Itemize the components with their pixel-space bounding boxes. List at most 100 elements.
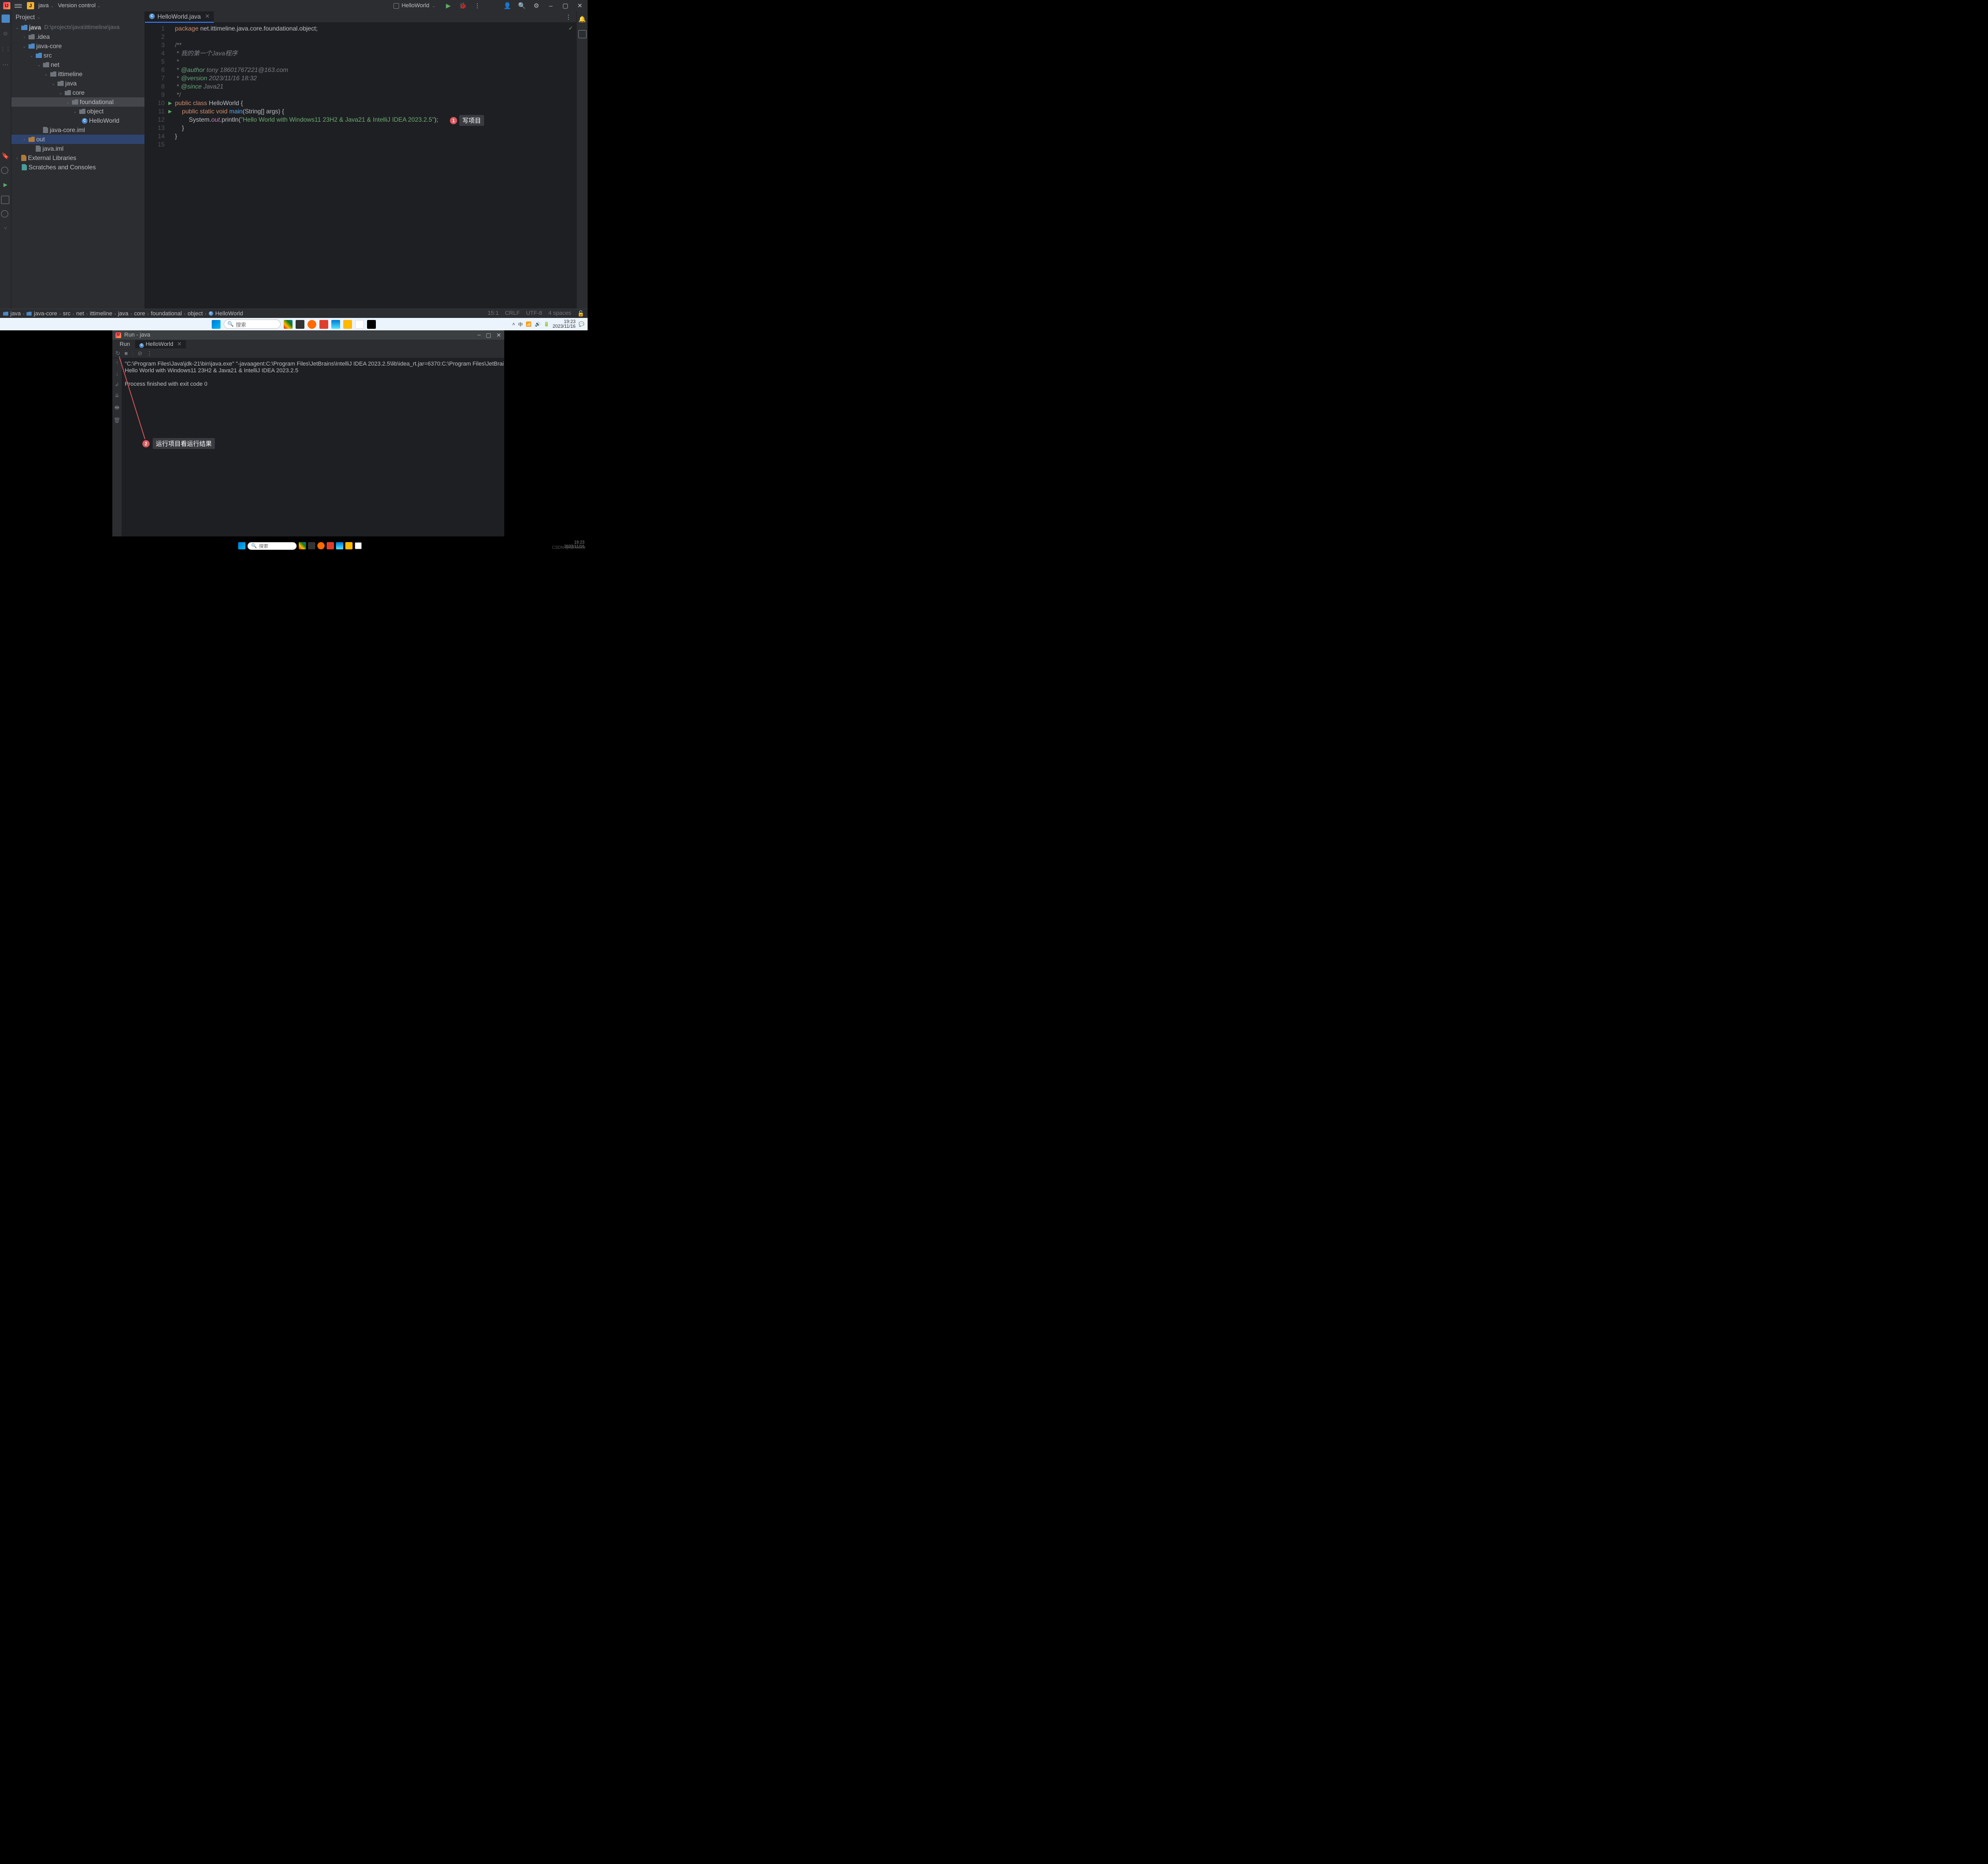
- debug-tool-icon[interactable]: [1, 196, 9, 204]
- tree-src[interactable]: ⌄src: [11, 51, 144, 60]
- run-button[interactable]: ▶: [444, 1, 453, 10]
- run-tool-icon[interactable]: ▶: [1, 180, 10, 190]
- app-icon[interactable]: [308, 320, 316, 329]
- gutter-run-icon[interactable]: ▶: [168, 99, 172, 107]
- tree-out[interactable]: ›out: [11, 135, 144, 144]
- tree-root[interactable]: ⌄javaD:\projects\java\ittimeline\java: [11, 23, 144, 32]
- main-menu-icon[interactable]: [14, 2, 23, 10]
- intellij-icon[interactable]: [364, 542, 371, 549]
- maximize-icon[interactable]: ▢: [561, 1, 570, 10]
- tab-more-icon[interactable]: ⋮: [564, 12, 573, 22]
- edge-icon[interactable]: [336, 542, 343, 549]
- battery-icon[interactable]: 🔋: [544, 322, 549, 327]
- tree-foundational[interactable]: ⌄foundational: [11, 97, 144, 107]
- structure-tool-icon[interactable]: ⋮⋮: [1, 45, 10, 54]
- tree-helloworld[interactable]: CHelloWorld: [11, 116, 144, 125]
- tree-javaiml[interactable]: java.iml: [11, 144, 144, 153]
- start-icon[interactable]: [212, 320, 221, 329]
- notifications-icon[interactable]: 🔔: [578, 14, 587, 24]
- more-tool-icon[interactable]: ⋯: [1, 60, 10, 69]
- inspection-ok-icon[interactable]: ✓: [568, 24, 573, 33]
- commit-tool-icon[interactable]: ⊙: [1, 29, 10, 38]
- filter-icon[interactable]: ⊘: [138, 350, 142, 357]
- encoding[interactable]: UTF-8: [526, 310, 542, 317]
- trash-icon[interactable]: 🗑: [114, 418, 121, 424]
- vcs-dropdown[interactable]: Version control⌄: [58, 3, 100, 9]
- start-icon[interactable]: [238, 542, 245, 549]
- print-icon[interactable]: 🖶: [114, 404, 119, 413]
- rerun-icon[interactable]: ↻: [115, 350, 120, 357]
- minimize-icon[interactable]: –: [546, 1, 556, 10]
- run-tab-active[interactable]: CHelloWorld ✕: [135, 340, 186, 348]
- bookmark-icon[interactable]: 🔖: [1, 151, 10, 161]
- git-tool-icon[interactable]: ⑂: [1, 224, 10, 233]
- minimize-icon[interactable]: –: [477, 332, 480, 339]
- taskbar-search[interactable]: 🔍搜索: [224, 319, 281, 329]
- tree-ittimeline[interactable]: ⌄ittimeline: [11, 69, 144, 79]
- ime-icon[interactable]: 中: [518, 321, 523, 328]
- chrome-icon[interactable]: [355, 542, 362, 549]
- run-config-selector[interactable]: HelloWorld⌄: [390, 2, 438, 10]
- taskview-icon[interactable]: [296, 320, 304, 329]
- gutter-run-icon[interactable]: ▶: [168, 107, 172, 115]
- explorer-icon[interactable]: [343, 320, 352, 329]
- scroll-icon[interactable]: ⇊: [115, 393, 119, 399]
- settings-icon[interactable]: ⚙: [532, 1, 541, 10]
- code-text[interactable]: package net.ittimeline.java.core.foundat…: [173, 23, 576, 309]
- more-icon[interactable]: ⋮: [147, 350, 152, 357]
- run-tab[interactable]: Run: [115, 341, 134, 348]
- tree-extlib[interactable]: ›External Libraries: [11, 153, 144, 163]
- tree-net[interactable]: ⌄net: [11, 60, 144, 69]
- wrap-icon[interactable]: ↲: [115, 382, 119, 388]
- up-icon[interactable]: ↑: [116, 360, 119, 366]
- notification-icon[interactable]: 💬: [579, 322, 584, 327]
- editor-tab[interactable]: CHelloWorld.java✕: [145, 11, 214, 23]
- tree-scratch[interactable]: Scratches and Consoles: [11, 163, 144, 172]
- close-icon[interactable]: ✕: [496, 332, 501, 339]
- tab-close-icon[interactable]: ✕: [205, 13, 210, 20]
- caret-pos[interactable]: 15:1: [488, 310, 499, 317]
- app-icon[interactable]: [327, 542, 334, 549]
- volume-icon[interactable]: 🔊: [535, 322, 540, 327]
- services-icon[interactable]: [1, 167, 8, 174]
- run-window: IJ Run - java – ▢ ✕ Run CHelloWorld ✕ ↻ …: [112, 330, 504, 536]
- maximize-icon[interactable]: ▢: [486, 332, 491, 339]
- wifi-icon[interactable]: 📶: [526, 322, 532, 327]
- indent[interactable]: 4 spaces: [548, 310, 571, 317]
- chevron-up-icon[interactable]: ˄: [512, 322, 515, 327]
- search-icon[interactable]: 🔍: [517, 1, 527, 10]
- breadcrumb[interactable]: java› java-core› src› net› ittimeline› j…: [3, 311, 243, 317]
- project-tool-icon[interactable]: [2, 14, 10, 23]
- stop-icon[interactable]: ■: [124, 351, 128, 357]
- project-header[interactable]: Project⌄: [11, 11, 144, 23]
- chrome-icon[interactable]: [355, 320, 364, 329]
- copilot-icon[interactable]: [284, 320, 293, 329]
- lock-icon[interactable]: 🔓: [577, 310, 584, 317]
- tree-javacore[interactable]: ⌄java-core: [11, 41, 144, 51]
- system-tray[interactable]: ˄ 中 📶 🔊 🔋 19:232023/11/16 💬: [512, 319, 584, 329]
- taskbar-search[interactable]: 🔍搜索: [247, 542, 297, 550]
- app-icon[interactable]: [317, 542, 325, 549]
- watermark: CSDN @ittimeline: [552, 545, 586, 550]
- code-with-me-icon[interactable]: 👤: [503, 1, 512, 10]
- debug-button[interactable]: 🐞: [458, 1, 467, 10]
- line-sep[interactable]: CRLF: [505, 310, 520, 317]
- close-icon[interactable]: ✕: [575, 1, 584, 10]
- edge-icon[interactable]: [331, 320, 340, 329]
- intellij-icon[interactable]: [367, 320, 376, 329]
- tree-iml[interactable]: java-core.iml: [11, 125, 144, 135]
- copilot-icon[interactable]: [299, 542, 306, 549]
- code-area[interactable]: 123456789 10▶ 11▶ 12131415 package net.i…: [145, 23, 576, 309]
- project-dropdown[interactable]: java⌄: [38, 3, 54, 9]
- app-icon[interactable]: [319, 320, 328, 329]
- taskview-icon[interactable]: [308, 542, 315, 549]
- down-icon[interactable]: ↓: [116, 371, 119, 377]
- explorer-icon[interactable]: [345, 542, 353, 549]
- tree-core[interactable]: ⌄core: [11, 88, 144, 97]
- tree-java2[interactable]: ⌄java: [11, 79, 144, 88]
- more-icon[interactable]: ⋮: [473, 1, 482, 10]
- tree-object[interactable]: ⌄object: [11, 107, 144, 116]
- tree-idea[interactable]: ›.idea: [11, 32, 144, 41]
- tool-icon[interactable]: [1, 210, 8, 217]
- database-icon[interactable]: [578, 30, 587, 38]
